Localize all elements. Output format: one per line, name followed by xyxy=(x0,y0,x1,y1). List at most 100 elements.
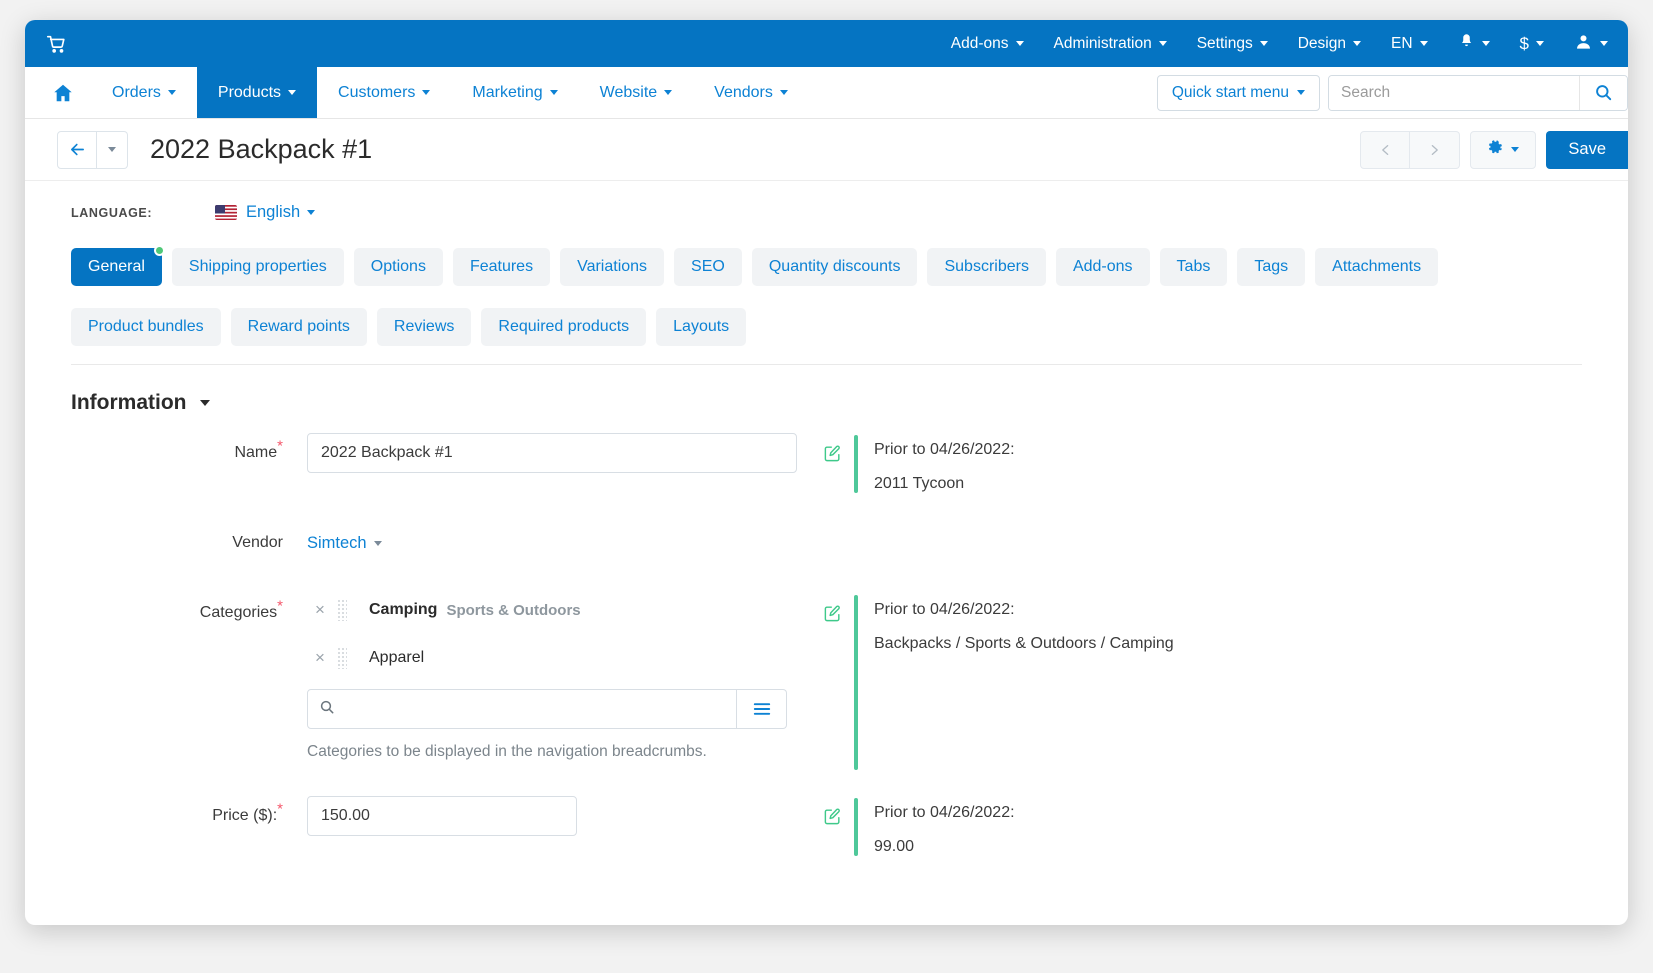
price-input[interactable] xyxy=(307,796,577,836)
name-prior-text: Prior to 04/26/2022: 2011 Tycoon xyxy=(874,435,1015,493)
nav-item-marketing-label: Marketing xyxy=(472,83,543,101)
tab-tabs[interactable]: Tabs xyxy=(1159,248,1228,286)
language-label: LANGUAGE: xyxy=(71,205,153,220)
tab-general[interactable]: General xyxy=(71,245,165,286)
drag-handle-icon[interactable] xyxy=(337,647,347,669)
tab-attachments[interactable]: Attachments xyxy=(1315,248,1439,286)
category-item: × Camping Sports & Outdoors xyxy=(307,593,797,627)
tab-variations-label: Variations xyxy=(577,258,648,275)
topbar-menu-administration[interactable]: Administration xyxy=(1039,20,1182,67)
page-settings-button[interactable] xyxy=(1470,130,1537,169)
list-icon[interactable] xyxy=(737,689,787,729)
price-label-text: Price ($): xyxy=(212,807,278,824)
chevron-down-icon xyxy=(1297,90,1305,95)
nav-item-vendors[interactable]: Vendors xyxy=(693,67,809,118)
category-path: Sports & Outdoors xyxy=(446,601,581,619)
category-search xyxy=(307,689,787,729)
topbar-notifications[interactable] xyxy=(1443,20,1505,67)
nav-item-products-label: Products xyxy=(217,83,282,101)
search-input[interactable] xyxy=(1329,75,1579,110)
arrow-left-icon[interactable] xyxy=(57,130,97,169)
global-search xyxy=(1328,74,1628,111)
tab-required-products[interactable]: Required products xyxy=(481,308,647,346)
chevron-down-icon xyxy=(549,90,558,95)
information-form: Name* Prior to 04/26/2022: 2011 Tycoon xyxy=(25,415,1628,856)
back-dropdown-toggle[interactable] xyxy=(97,130,128,169)
shopping-cart-icon[interactable] xyxy=(43,31,69,57)
chevron-down-icon xyxy=(108,147,116,152)
nav-item-marketing[interactable]: Marketing xyxy=(451,67,578,118)
category-name: Apparel xyxy=(369,649,425,666)
categories-prior-text: Prior to 04/26/2022: Backpacks / Sports … xyxy=(874,595,1174,653)
search-icon[interactable] xyxy=(1579,75,1627,110)
price-control xyxy=(307,796,797,836)
tab-shipping-properties[interactable]: Shipping properties xyxy=(171,248,344,286)
categories-control: × Camping Sports & Outdoors × Apparel Ca… xyxy=(307,593,797,761)
page-title: 2022 Backpack #1 xyxy=(150,134,373,164)
topbar-menu-language[interactable]: EN xyxy=(1376,20,1443,67)
name-prior-value: Prior to 04/26/2022: 2011 Tycoon xyxy=(823,433,1015,493)
prior-value-accent-bar xyxy=(854,435,858,493)
form-row-vendor: Vendor Simtech xyxy=(71,523,1582,563)
name-input[interactable] xyxy=(307,433,797,473)
tab-options[interactable]: Options xyxy=(353,248,443,286)
tab-features[interactable]: Features xyxy=(452,248,551,286)
tab-quantity-discounts[interactable]: Quantity discounts xyxy=(751,248,918,286)
close-icon[interactable]: × xyxy=(307,648,333,668)
home-icon[interactable] xyxy=(35,67,91,118)
search-icon xyxy=(319,699,335,720)
nav-item-customers[interactable]: Customers xyxy=(317,67,451,118)
topbar-menu-addons[interactable]: Add-ons xyxy=(936,20,1039,67)
category-search-box xyxy=(307,689,737,729)
tab-reviews[interactable]: Reviews xyxy=(376,308,472,346)
pencil-square-icon[interactable] xyxy=(823,444,842,468)
nav-right-tools: Quick start menu xyxy=(1156,67,1628,118)
information-section-toggle[interactable]: Information xyxy=(25,365,1628,415)
tab-layouts[interactable]: Layouts xyxy=(656,308,747,346)
topbar-account[interactable] xyxy=(1559,20,1628,67)
tab-tags[interactable]: Tags xyxy=(1237,248,1306,286)
topbar-menu-design[interactable]: Design xyxy=(1283,20,1376,67)
tab-subscribers-label: Subscribers xyxy=(944,258,1029,275)
form-row-price: Price ($):* Prior to 04/26/2022: 99.00 xyxy=(71,796,1582,856)
nav-item-website[interactable]: Website xyxy=(579,67,694,118)
nav-item-orders-label: Orders xyxy=(112,83,161,101)
next-record-button[interactable] xyxy=(1410,130,1461,169)
nav-item-vendors-label: Vendors xyxy=(714,83,773,101)
quick-start-menu-button[interactable]: Quick start menu xyxy=(1156,74,1320,111)
language-dropdown[interactable]: English xyxy=(246,203,316,222)
chevron-down-icon xyxy=(1600,41,1608,46)
chevron-down-icon xyxy=(1419,41,1428,46)
chevron-down-icon xyxy=(1259,41,1268,46)
tab-seo[interactable]: SEO xyxy=(674,248,742,286)
drag-handle-icon[interactable] xyxy=(337,599,347,621)
topbar-menu-settings[interactable]: Settings xyxy=(1182,20,1283,67)
topbar-menu-design-label: Design xyxy=(1297,34,1346,52)
topbar-currency[interactable]: $ xyxy=(1505,20,1559,67)
tab-modified-badge xyxy=(153,245,165,256)
tab-layouts-label: Layouts xyxy=(673,318,730,335)
main-navigation: Orders Products Customers Marketing Webs… xyxy=(25,67,1628,119)
name-label: Name* xyxy=(71,433,307,473)
tab-subscribers[interactable]: Subscribers xyxy=(927,248,1046,286)
save-button[interactable]: Save xyxy=(1546,130,1628,169)
required-marker: * xyxy=(277,800,283,818)
categories-prior-value: Prior to 04/26/2022: Backpacks / Sports … xyxy=(823,593,1174,770)
vendor-dropdown[interactable]: Simtech xyxy=(307,523,382,563)
category-search-input[interactable] xyxy=(344,700,725,718)
close-icon[interactable]: × xyxy=(307,600,333,620)
tab-product-bundles[interactable]: Product bundles xyxy=(71,308,221,346)
name-control xyxy=(307,433,797,473)
nav-item-products[interactable]: Products xyxy=(196,67,318,118)
nav-item-orders[interactable]: Orders xyxy=(91,67,197,118)
tab-addons[interactable]: Add-ons xyxy=(1055,248,1150,286)
pencil-square-icon[interactable] xyxy=(823,604,842,628)
prev-record-button[interactable] xyxy=(1360,130,1411,169)
tab-addons-label: Add-ons xyxy=(1072,258,1133,275)
dollar-icon: $ xyxy=(1519,33,1529,53)
tab-reward-points[interactable]: Reward points xyxy=(230,308,367,346)
pencil-square-icon[interactable] xyxy=(823,807,842,831)
page-actions: Save xyxy=(1360,130,1628,169)
price-prior-text: Prior to 04/26/2022: 99.00 xyxy=(874,798,1015,856)
tab-variations[interactable]: Variations xyxy=(560,248,665,286)
